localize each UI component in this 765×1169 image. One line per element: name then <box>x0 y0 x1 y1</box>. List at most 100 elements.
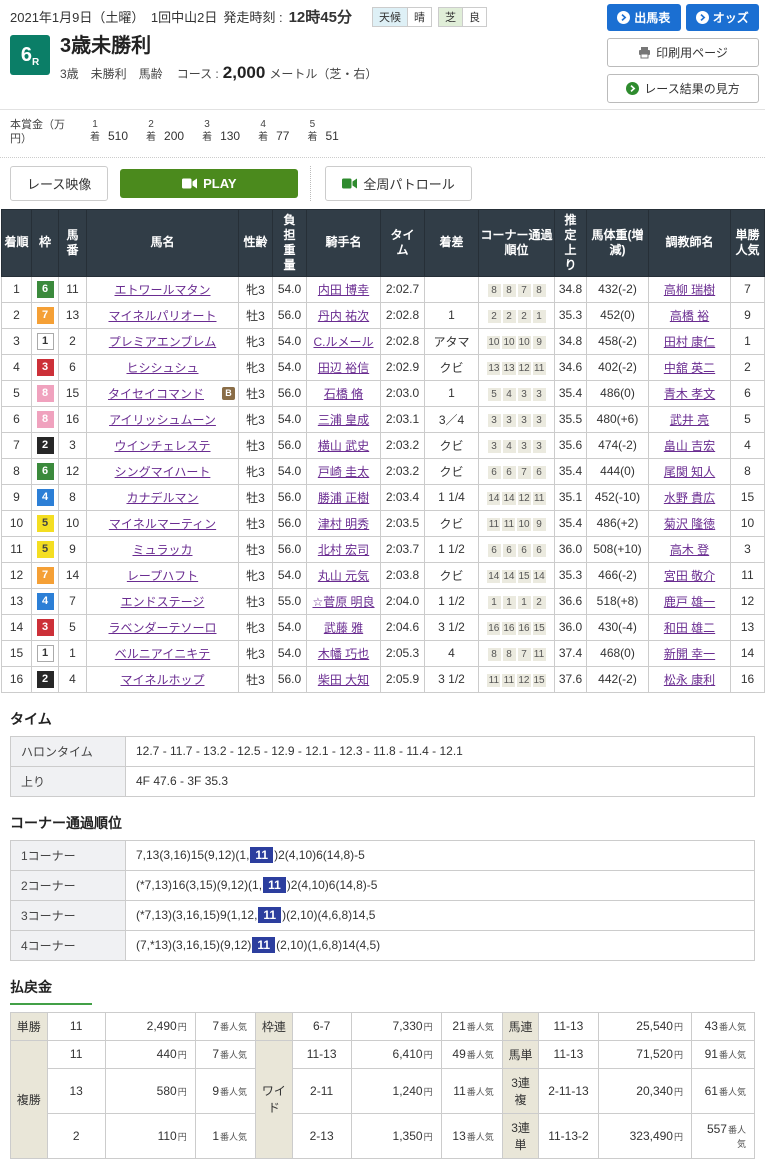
horse-name-link[interactable]: エンドステージ <box>121 595 205 609</box>
horse-name-link[interactable]: ラベンダーテソーロ <box>108 621 216 635</box>
finish-position: 9 <box>2 484 32 510</box>
jockey-link[interactable]: C.ルメール <box>313 335 373 349</box>
body-weight: 452(0) <box>587 302 649 328</box>
corner-position: 6 <box>533 544 546 557</box>
race-video-button[interactable]: レース映像 <box>10 166 108 201</box>
body-weight: 458(-2) <box>587 328 649 354</box>
finish-position: 6 <box>2 406 32 432</box>
horse-name-link[interactable]: ベルニアイニキテ <box>115 647 210 661</box>
corner-position: 3 <box>533 388 546 401</box>
jockey-link[interactable]: 勝浦 正樹 <box>318 491 369 505</box>
jockey-link[interactable]: 横山 武史 <box>318 439 369 453</box>
print-button[interactable]: 印刷用ページ <box>607 38 759 67</box>
payout-row: 2 110円 1番人気 2-13 1,350円 13番人気 3連単 11-13-… <box>11 1113 755 1158</box>
odds-button[interactable]: オッズ <box>686 4 760 31</box>
horse-name-link[interactable]: マイネルマーティン <box>109 517 216 531</box>
wakuren-number: 6-7 <box>292 1012 351 1040</box>
trainer-link[interactable]: 高柳 瑞樹 <box>664 283 715 297</box>
corner4-label: 4コーナー <box>11 930 126 960</box>
wide-amount: 6,410円 <box>351 1040 441 1068</box>
finish-position: 12 <box>2 562 32 588</box>
jockey-link[interactable]: 丸山 元気 <box>318 569 369 583</box>
trainer-link[interactable]: 高橋 裕 <box>670 309 709 323</box>
trainer-link[interactable]: 松永 康利 <box>664 673 715 687</box>
horse-name-link[interactable]: ヒシシュシュ <box>126 361 198 375</box>
finish-time: 2:03.1 <box>381 406 425 432</box>
print-button-label: 印刷用ページ <box>656 44 728 61</box>
jockey-link[interactable]: 内田 博幸 <box>318 283 369 297</box>
corner3-label: 3コーナー <box>11 900 126 930</box>
prize-amount: 200 <box>164 129 184 144</box>
sex-age: 牡3 <box>239 484 273 510</box>
trainer-link[interactable]: 新開 幸一 <box>664 647 715 661</box>
jockey-link[interactable]: 津村 明秀 <box>318 517 369 531</box>
jockey-link[interactable]: 丹内 祐次 <box>318 309 369 323</box>
horse-name-link[interactable]: マイネルパリオート <box>108 309 216 323</box>
result-row: 12 7 14 レープハフト 牝3 54.0 丸山 元気 2:03.8 クビ 1… <box>2 562 765 588</box>
jockey-link[interactable]: 石橋 脩 <box>324 387 363 401</box>
corner-position: 16 <box>502 622 515 635</box>
prize-amount: 77 <box>276 129 289 144</box>
body-weight: 486(0) <box>587 380 649 406</box>
trainer-link[interactable]: 和田 雄二 <box>664 621 715 635</box>
trainer-link[interactable]: 青木 孝文 <box>664 387 715 401</box>
jockey-link[interactable]: 戸崎 圭太 <box>318 465 369 479</box>
result-guide-button[interactable]: レース結果の見方 <box>607 74 759 103</box>
fukusho-popularity: 7番人気 <box>195 1040 255 1068</box>
body-weight: 466(-2) <box>587 562 649 588</box>
trainer-link[interactable]: 鹿戸 雄一 <box>664 595 715 609</box>
jockey-link[interactable]: 武藤 雅 <box>324 621 363 635</box>
trainer-link[interactable]: 中舘 英二 <box>664 361 715 375</box>
tansho-popularity: 7番人気 <box>195 1012 255 1040</box>
finish-time: 2:03.0 <box>381 380 425 406</box>
finish-time: 2:02.8 <box>381 302 425 328</box>
result-row: 16 2 4 マイネルホップ 牡3 56.0 柴田 大知 2:05.9 3 1/… <box>2 666 765 692</box>
sanrentan-popularity: 557番人気 <box>692 1113 755 1158</box>
horse-name-link[interactable]: レープハフト <box>127 569 198 583</box>
jockey-link[interactable]: ☆菅原 明良 <box>312 595 374 609</box>
weight-carried: 54.0 <box>273 328 307 354</box>
result-row: 2 7 13 マイネルパリオート 牡3 56.0 丹内 祐次 2:02.8 1 … <box>2 302 765 328</box>
sanrentan-amount: 323,490円 <box>598 1113 691 1158</box>
corner-position: 6 <box>503 466 516 479</box>
trainer-link[interactable]: 武井 亮 <box>670 413 709 427</box>
jockey-link[interactable]: 木幡 巧也 <box>318 647 369 661</box>
trainer-link[interactable]: 尾関 知人 <box>664 465 715 479</box>
jockey-link[interactable]: 三浦 皇成 <box>318 413 369 427</box>
play-button[interactable]: PLAY <box>120 169 298 198</box>
horse-name-link[interactable]: シングマイハート <box>115 465 211 479</box>
result-row: 3 1 2 プレミアエンブレム 牝3 54.0 C.ルメール 2:02.8 アタ… <box>2 328 765 354</box>
trainer-link[interactable]: 田村 康仁 <box>664 335 715 349</box>
prize-place-suffix: 着 <box>258 131 268 144</box>
trainer-link[interactable]: 菊沢 隆徳 <box>664 517 715 531</box>
corner-position: 15 <box>533 622 546 635</box>
trainer-link[interactable]: 水野 貴広 <box>664 491 715 505</box>
horse-name-link[interactable]: アイリッシュムーン <box>109 413 216 427</box>
payout-title-text: 払戻金 <box>10 977 92 1005</box>
patrol-button[interactable]: 全周パトロール <box>325 166 471 201</box>
corner-section-title: コーナー通過順位 <box>10 813 755 833</box>
horse-name-link[interactable]: ウインチェレステ <box>114 439 210 453</box>
jockey-link[interactable]: 田辺 裕信 <box>318 361 369 375</box>
horse-name-link[interactable]: ミュラッカ <box>132 543 192 557</box>
horse-name-link[interactable]: エトワールマタン <box>114 283 210 297</box>
jockey-link[interactable]: 北村 宏司 <box>318 543 369 557</box>
jockey-link[interactable]: 柴田 大知 <box>318 673 369 687</box>
horse-name-link[interactable]: プレミアエンブレム <box>109 335 216 349</box>
horse-name-link[interactable]: カナデルマン <box>126 491 198 505</box>
furlong-time-value: 12.7 - 11.7 - 13.2 - 12.5 - 12.9 - 12.1 … <box>126 736 755 766</box>
trainer-link[interactable]: 高木 登 <box>670 543 709 557</box>
result-row: 6 8 16 アイリッシュムーン 牝3 54.0 三浦 皇成 2:03.1 3／… <box>2 406 765 432</box>
fukusho-number: 11 <box>47 1040 105 1068</box>
corner-order-text: )(2,10)(4,6,8)14,5 <box>282 908 375 922</box>
wakuren-label: 枠連 <box>256 1012 293 1040</box>
horse-name-link[interactable]: タイセイコマンド <box>108 387 204 401</box>
estimated-last3f: 34.6 <box>555 354 587 380</box>
trainer-link[interactable]: 宮田 敬介 <box>664 569 715 583</box>
trainer-link[interactable]: 畠山 吉宏 <box>664 439 715 453</box>
weight-carried: 54.0 <box>273 614 307 640</box>
horse-name-link[interactable]: マイネルホップ <box>120 673 204 687</box>
shutsuba-button[interactable]: 出馬表 <box>607 4 681 31</box>
corner-order-text: 7,13(3,16)15(9,12)(1, <box>136 848 249 862</box>
col-header-sex-age: 性齢 <box>239 209 273 276</box>
